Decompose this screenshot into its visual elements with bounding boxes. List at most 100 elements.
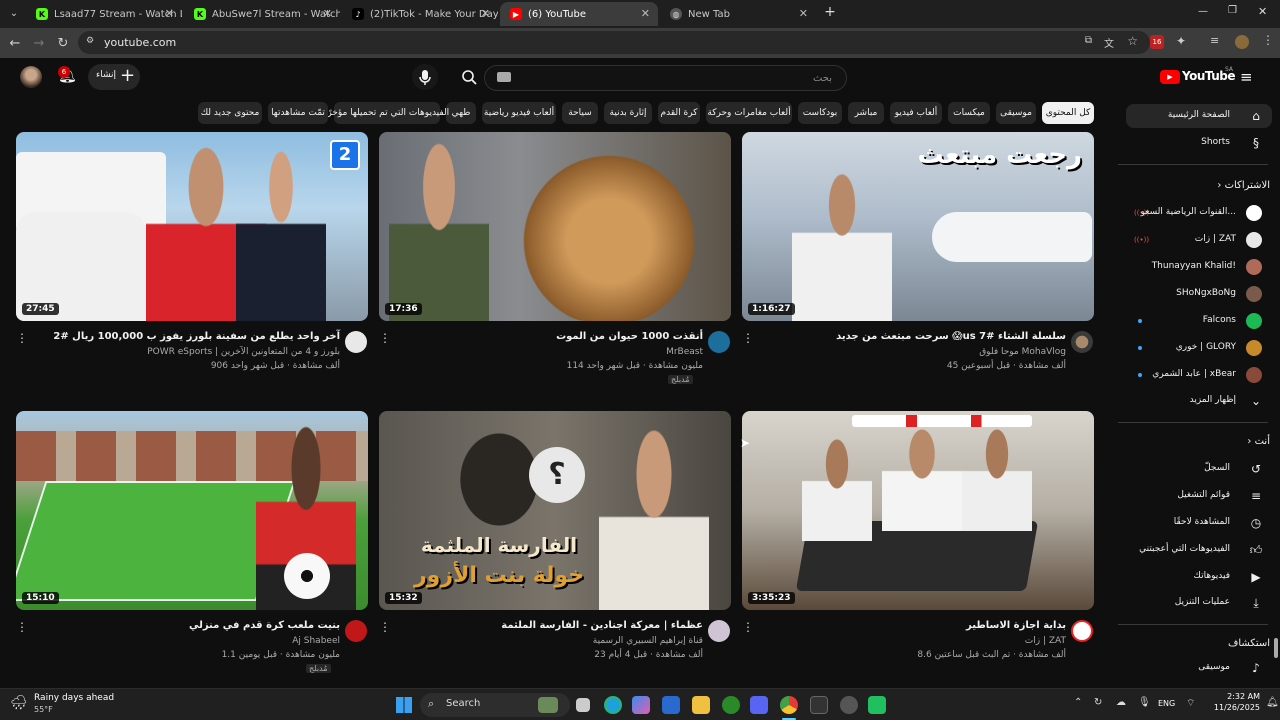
- more-options-icon[interactable]: ⋮: [379, 620, 391, 634]
- channel-avatar[interactable]: [1071, 620, 1093, 642]
- wifi-icon[interactable]: ⌔: [1186, 697, 1195, 710]
- sidebar-subscription[interactable]: خوري | GLORY: [1126, 336, 1272, 360]
- youtube-logo[interactable]: ▶ YouTube SA: [1160, 66, 1240, 87]
- minimize-icon[interactable]: —: [1198, 6, 1208, 17]
- channel-avatar[interactable]: [1071, 331, 1093, 353]
- tray-overflow-icon[interactable]: ⌃: [1074, 697, 1082, 708]
- video-title[interactable]: بنيت ملعب كرة قدم في منزلي: [189, 620, 340, 631]
- edge-icon[interactable]: [604, 696, 622, 714]
- file-explorer-icon[interactable]: [692, 696, 710, 714]
- chip[interactable]: ألعاب فيديو رياضية: [482, 102, 556, 124]
- sidebar-subscription[interactable]: ((•)) القنوات الرياضية السعو...: [1126, 201, 1272, 225]
- more-options-icon[interactable]: ⋮: [16, 331, 28, 345]
- chip[interactable]: طهي: [446, 102, 476, 124]
- account-avatar[interactable]: [20, 66, 42, 88]
- show-more-button[interactable]: إظهار المزيد ⌄: [1126, 389, 1272, 413]
- more-options-icon[interactable]: ⋮: [379, 331, 391, 345]
- back-icon[interactable]: ←: [6, 34, 24, 52]
- sidebar-subscription[interactable]: عابد الشمري | xBear: [1126, 363, 1272, 387]
- chip[interactable]: كرة القدم: [658, 102, 700, 124]
- video-thumbnail[interactable]: 17:36: [379, 132, 731, 321]
- bookmark-star-icon[interactable]: ☆: [1127, 34, 1138, 48]
- chip[interactable]: بودكاست: [798, 102, 842, 124]
- chip[interactable]: موسيقى: [996, 102, 1036, 124]
- chip[interactable]: محتوى جديد لك: [198, 102, 262, 124]
- channel-avatar[interactable]: [345, 620, 367, 642]
- xbox-icon[interactable]: [722, 696, 740, 714]
- more-options-icon[interactable]: ⋮: [742, 620, 754, 634]
- video-thumbnail[interactable]: 3:35:23: [742, 411, 1094, 610]
- tab-list-dropdown-icon[interactable]: ⌄: [6, 6, 22, 22]
- video-title[interactable]: بداية اجازة الاساطير: [966, 620, 1066, 631]
- channel-avatar[interactable]: [708, 331, 730, 353]
- language-indicator[interactable]: ENG: [1158, 699, 1175, 708]
- app-icon[interactable]: [840, 696, 858, 714]
- sidebar-item-playlists[interactable]: قوائم التشغيل ≡: [1126, 484, 1272, 508]
- address-bar[interactable]: ⚙ youtube.com ⧉ 文 ☆: [78, 31, 1150, 54]
- extensions-puzzle-icon[interactable]: ✦: [1176, 34, 1186, 48]
- chip[interactable]: تمّت مشاهدتها: [268, 102, 328, 124]
- chrome-icon[interactable]: [780, 696, 798, 714]
- browser-tab[interactable]: K Lsaad77 Stream - Watch Live o ✕: [26, 2, 182, 26]
- channel-name[interactable]: قناة إبراهيم السبيري الرسمية: [593, 636, 703, 646]
- browser-tab-active[interactable]: ▶ (6) YouTube ✕: [500, 2, 658, 26]
- browser-tab[interactable]: ♪ (2)TikTok - Make Your Day ✕: [342, 2, 498, 26]
- chip[interactable]: سياحة: [562, 102, 598, 124]
- sidebar-subscription[interactable]: Falcons: [1126, 309, 1272, 333]
- forward-icon[interactable]: →: [30, 34, 48, 52]
- sidebar-item-downloads[interactable]: عمليات التنزيل ⤓: [1126, 591, 1272, 615]
- more-options-icon[interactable]: ⋮: [16, 620, 28, 634]
- more-options-icon[interactable]: ⋮: [742, 331, 754, 345]
- app-icon[interactable]: [868, 696, 886, 714]
- site-info-icon[interactable]: ⚙: [86, 36, 94, 46]
- close-tab-icon[interactable]: ✕: [799, 7, 808, 20]
- notification-center-icon[interactable]: 🔔︎: [1266, 697, 1279, 708]
- chip[interactable]: ميكسات: [948, 102, 990, 124]
- browser-tab[interactable]: ◍ New Tab ✕: [660, 2, 816, 26]
- video-thumbnail[interactable]: 15:10: [16, 411, 368, 610]
- media-control-icon[interactable]: ≡: [1210, 34, 1219, 47]
- translate-icon[interactable]: 文: [1104, 35, 1114, 50]
- profile-avatar[interactable]: [1235, 35, 1249, 49]
- sidebar-item-home[interactable]: الصفحة الرئيسية ⌂: [1126, 104, 1272, 128]
- close-window-icon[interactable]: ✕: [1258, 5, 1267, 18]
- install-app-icon[interactable]: ⧉: [1085, 35, 1092, 46]
- channel-name[interactable]: موحا فلوق MohaVlog: [979, 347, 1066, 357]
- maximize-icon[interactable]: ❐: [1228, 5, 1237, 16]
- keyboard-icon[interactable]: [497, 72, 511, 82]
- close-tab-icon[interactable]: ✕: [481, 7, 490, 20]
- hamburger-menu-icon[interactable]: ≡: [1240, 68, 1253, 86]
- task-view-icon[interactable]: [576, 698, 590, 712]
- channel-name[interactable]: Aj Shabeel: [292, 636, 340, 646]
- create-button[interactable]: إنشاء +: [88, 64, 140, 90]
- search-input[interactable]: بحث: [484, 65, 847, 91]
- sidebar-item-history[interactable]: السجلّ ↺: [1126, 457, 1272, 481]
- chip[interactable]: الفيديوهات التي تم تحميلها مؤخرًا: [325, 102, 449, 124]
- video-title[interactable]: أنقذت 1000 حيوان من الموت: [556, 331, 703, 342]
- taskbar-search-box[interactable]: ⌕ Search: [420, 693, 570, 717]
- tray-cloud-icon[interactable]: ☁: [1116, 697, 1126, 708]
- sidebar-subscription[interactable]: ((•)) زات | ZAT: [1126, 228, 1272, 252]
- sidebar-item-watch-later[interactable]: المشاهدة لاحقًا ◷: [1126, 511, 1272, 535]
- chip-all[interactable]: كل المحتوى: [1042, 102, 1094, 124]
- copilot-icon[interactable]: [632, 696, 650, 714]
- sidebar-item-liked[interactable]: الفيديوهات التي أعجبتني 👍︎: [1126, 538, 1272, 562]
- extension-badge-icon[interactable]: 16: [1150, 35, 1164, 49]
- chip[interactable]: ألعاب فيديو: [890, 102, 942, 124]
- app-icon[interactable]: [810, 696, 828, 714]
- subscriptions-header[interactable]: › الاشتراكات: [1217, 180, 1270, 191]
- voice-search-button[interactable]: [412, 64, 438, 90]
- video-thumbnail[interactable]: ؟ الفارسة الملثمة خولة بنت الأزور 15:32: [379, 411, 731, 610]
- sidebar-subscription[interactable]: SHoNgxBoNg: [1126, 282, 1272, 306]
- browser-tab[interactable]: K AbuSwe7l Stream - Watch Live ✕: [184, 2, 340, 26]
- video-title[interactable]: عظماء | معركة اجنادين - الفارسة الملثمة: [501, 620, 703, 631]
- reload-icon[interactable]: ↻: [54, 34, 72, 52]
- clock[interactable]: 2:32 AM 11/26/2025: [1204, 692, 1260, 718]
- store-icon[interactable]: [662, 696, 680, 714]
- chip[interactable]: ألعاب مغامرات وحركة: [706, 102, 792, 124]
- windows-start-icon[interactable]: [396, 697, 412, 713]
- channel-avatar[interactable]: [708, 620, 730, 642]
- close-tab-icon[interactable]: ✕: [165, 7, 174, 20]
- weather-widget[interactable]: 🌧︎ Rainy days ahead 55°F: [10, 693, 130, 717]
- sidebar-scrollbar[interactable]: [1274, 638, 1278, 658]
